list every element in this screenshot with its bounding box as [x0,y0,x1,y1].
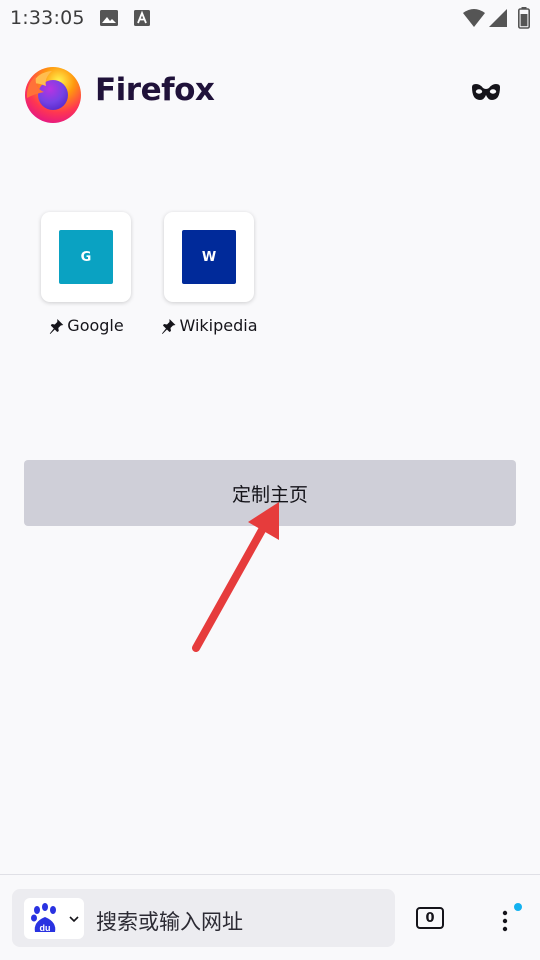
shortcut-label: Wikipedia [179,316,258,335]
brand-name: Firefox [95,72,215,108]
wifi-icon [462,8,486,32]
shortcut-label-row: Wikipedia [160,316,258,335]
shortcut-google[interactable]: G Google [40,212,132,335]
shortcut-card: G [41,212,131,302]
shortcut-label: Google [67,316,124,335]
shortcut-wikipedia[interactable]: W Wikipedia [161,212,258,335]
battery-icon [518,7,530,33]
tile-letter: W [201,249,217,265]
tab-count: 0 [425,910,435,926]
shortcut-label-row: Google [48,316,124,335]
status-bar: 1:33:05 [0,0,540,36]
font-notification-icon [133,9,151,31]
svg-text:du: du [40,923,51,933]
wikipedia-favicon-icon: W [182,230,236,284]
tab-counter-button[interactable]: 0 [416,907,444,929]
private-browsing-button[interactable] [466,78,506,108]
google-favicon-icon: G [59,230,113,284]
main-menu-button[interactable] [490,903,522,937]
baidu-icon: du [31,902,56,933]
tile-letter: G [80,249,92,265]
signal-icon [488,8,508,32]
update-indicator-dot [514,903,522,911]
url-bar[interactable]: du 搜索或输入网址 [12,889,395,947]
private-mask-icon [472,84,500,100]
chevron-down-icon [69,915,79,922]
firefox-home-screen: 1:33:05 Firefox G Google W Wikipedia 定制主… [0,0,540,960]
firefox-logo-icon [22,62,84,124]
status-time: 1:33:05 [10,7,85,29]
shortcut-card: W [164,212,254,302]
bottom-toolbar: du 搜索或输入网址 0 [0,874,540,960]
pin-icon [49,318,64,334]
gallery-notification-icon [99,9,119,31]
pin-icon [161,318,176,334]
search-engine-selector[interactable]: du [24,898,84,939]
customize-homepage-button[interactable]: 定制主页 [24,460,516,526]
search-input[interactable]: 搜索或输入网址 [96,906,243,936]
customize-homepage-label: 定制主页 [231,483,308,506]
